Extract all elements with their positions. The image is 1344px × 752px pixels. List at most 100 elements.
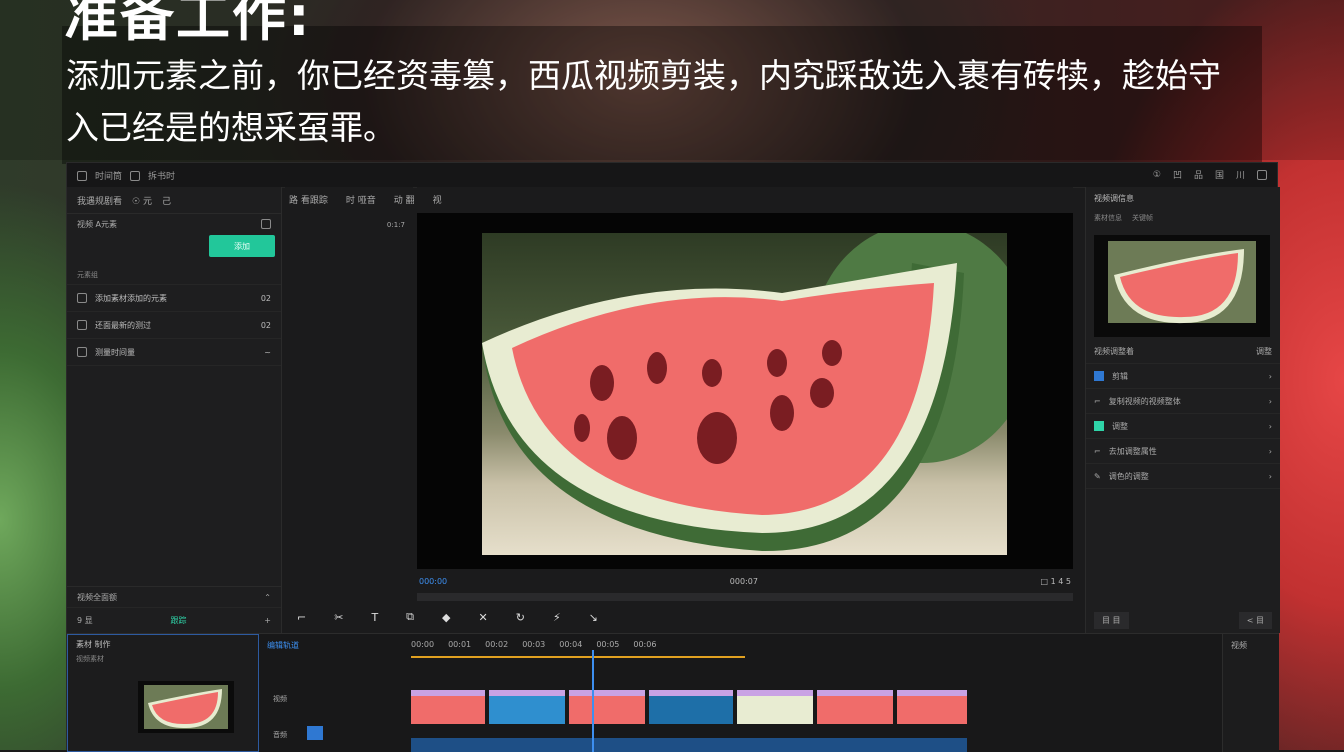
copy-icon[interactable]: ⧉ bbox=[406, 610, 414, 624]
property-label: 调整 bbox=[1112, 421, 1128, 431]
text-icon[interactable]: T bbox=[371, 611, 378, 624]
adjust-section-right[interactable]: 调整 bbox=[1256, 346, 1272, 357]
tab-material[interactable]: 我遇规剧看 bbox=[77, 194, 122, 207]
property-row[interactable]: ✎ 调色的调整 › bbox=[1086, 464, 1280, 489]
timecode-mid: 000:07 bbox=[729, 576, 758, 586]
timeline-media-panel: 素材 制作 视频素材 bbox=[67, 634, 259, 752]
timeline-clip[interactable] bbox=[411, 690, 485, 724]
footer-title: 视频全面额 bbox=[77, 592, 117, 602]
right-panel-tabs: 素材信息 关键帧 bbox=[1086, 209, 1280, 227]
timeline-clip[interactable] bbox=[649, 690, 733, 724]
list-item[interactable]: 添加素材添加的元素 02 bbox=[67, 285, 281, 312]
fx-icon[interactable]: ↘ bbox=[589, 611, 598, 624]
chevron-right-icon: › bbox=[1268, 471, 1272, 481]
ruler-tick: 00:05 bbox=[596, 640, 620, 649]
track-headers: 编辑轨道 视频 音频 bbox=[263, 634, 409, 752]
tab-track[interactable]: 路 看跟踪 bbox=[289, 193, 328, 206]
list-item[interactable]: 还面最新的测过 02 bbox=[67, 312, 281, 339]
footer-right[interactable]: + bbox=[264, 616, 271, 625]
footer-mid[interactable]: 跟踪 bbox=[170, 615, 186, 626]
rotate-icon[interactable]: ↻ bbox=[516, 611, 525, 624]
list-item-label: 测量时间量 bbox=[95, 347, 135, 357]
titlebar-icon-1[interactable]: ① bbox=[1153, 170, 1161, 180]
property-row[interactable]: 调整 › bbox=[1086, 414, 1280, 439]
titlebar-item-project[interactable]: 时间筒 bbox=[95, 169, 122, 182]
mirror-icon[interactable]: ✕ bbox=[479, 611, 488, 624]
edit-icon[interactable] bbox=[130, 170, 141, 181]
scrub-bar[interactable] bbox=[417, 593, 1073, 601]
tab-info[interactable]: 素材信息 bbox=[1094, 213, 1122, 223]
timeline: 素材 制作 视频素材 编辑轨道 视频 音频 00:00 00:01 00:02 … bbox=[67, 633, 1279, 752]
media-panel-title: 素材 制作 bbox=[76, 640, 111, 649]
element-icon bbox=[77, 347, 87, 357]
tab-element[interactable]: ☉ 元 bbox=[132, 194, 152, 207]
titlebar-icon-5[interactable]: 川 bbox=[1236, 168, 1245, 181]
list-item[interactable]: 测量时间量 ~ bbox=[67, 339, 281, 366]
titlebar-item-draft[interactable]: 拆书时 bbox=[148, 169, 175, 182]
tab-keyframe[interactable]: 关键帧 bbox=[1132, 213, 1153, 223]
account-label: 视频 A元素 bbox=[77, 219, 118, 229]
timeline-clip[interactable] bbox=[897, 690, 967, 724]
more-icon[interactable] bbox=[1257, 169, 1267, 180]
playhead[interactable] bbox=[592, 650, 594, 752]
list-item-value: 02 bbox=[260, 293, 271, 303]
property-label: 剪辑 bbox=[1112, 371, 1128, 381]
property-row[interactable]: 剪辑 › bbox=[1086, 364, 1280, 389]
pen-icon: ✎ bbox=[1094, 471, 1101, 481]
chevron-right-icon: › bbox=[1268, 371, 1272, 381]
footer-left[interactable]: 9 显 bbox=[77, 615, 93, 626]
property-label: 去加调整属性 bbox=[1108, 446, 1157, 456]
account-row: 视频 A元素 bbox=[67, 214, 281, 234]
split-icon[interactable]: ✂ bbox=[334, 611, 343, 624]
work-area-bar[interactable] bbox=[411, 656, 745, 658]
middle-column: 0:1:7 bbox=[285, 187, 413, 633]
audio-track-head[interactable]: 音频 bbox=[273, 730, 287, 740]
track-lock-icon[interactable] bbox=[307, 726, 323, 740]
speed-icon[interactable]: ⚡ bbox=[553, 611, 561, 624]
adjust-section-header: 视频调整着 调整 bbox=[1086, 339, 1280, 364]
edit-toolbar: ⌐ ✂ T ⧉ ◆ ✕ ↻ ⚡ ↘ bbox=[287, 605, 1077, 629]
menu-icon[interactable] bbox=[77, 170, 87, 181]
property-row[interactable]: ⌐ 复制视频的视频整体 › bbox=[1086, 389, 1280, 414]
headline: 准备工作: bbox=[64, 0, 312, 48]
adjust-icon bbox=[1094, 421, 1104, 431]
tab-mute[interactable]: 时 哑音 bbox=[346, 193, 376, 206]
preview-panel: 路 看跟踪 时 哑音 动 翻 视 000:00 000:07 □ 1 4 5 ⌐… bbox=[289, 187, 1073, 633]
video-track-head[interactable]: 视频 bbox=[273, 694, 287, 704]
tab-flip[interactable]: 动 翻 bbox=[394, 193, 415, 206]
footer-right-btn[interactable]: < 目 bbox=[1238, 612, 1272, 629]
section-row: 元素组 bbox=[67, 266, 281, 285]
settings-icon[interactable] bbox=[261, 219, 271, 229]
property-row[interactable]: ⌐ 去加调整属性 › bbox=[1086, 439, 1280, 464]
adjust-section-title: 视频调整着 bbox=[1094, 346, 1134, 356]
left-panel-header: 我遇规剧看 ☉ 元 己 bbox=[67, 187, 281, 214]
titlebar-icon-4[interactable]: 国 bbox=[1215, 168, 1224, 181]
tab-extra[interactable]: 己 bbox=[162, 194, 171, 207]
playback-bar: 000:00 000:07 □ 1 4 5 bbox=[417, 571, 1073, 591]
chevron-up-icon[interactable]: ⌃ bbox=[264, 593, 271, 602]
timecode-left: 000:00 bbox=[419, 576, 448, 586]
timeline-clip[interactable] bbox=[489, 690, 565, 724]
timeline-clip[interactable] bbox=[737, 690, 813, 724]
ruler-tick: 00:01 bbox=[448, 640, 472, 649]
ruler-tick: 00:02 bbox=[485, 640, 509, 649]
timeline-right-panel: 视频 bbox=[1222, 634, 1279, 752]
ruler-tick: 00:06 bbox=[633, 640, 657, 649]
section-label: 元素组 bbox=[77, 271, 98, 279]
timeline-clip[interactable] bbox=[569, 690, 645, 724]
timeline-clip[interactable] bbox=[817, 690, 893, 724]
playback-controls[interactable]: □ 1 4 5 bbox=[1041, 577, 1071, 586]
titlebar-icon-2[interactable]: 凹 bbox=[1173, 168, 1182, 181]
time-ruler[interactable]: 00:00 00:01 00:02 00:03 00:04 00:05 00:0… bbox=[411, 640, 1171, 654]
watermelon-image bbox=[482, 233, 1007, 555]
footer-left-btn[interactable]: 目 目 bbox=[1094, 612, 1129, 629]
keyframe-icon[interactable]: ◆ bbox=[442, 611, 450, 624]
crop-icon[interactable]: ⌐ bbox=[297, 611, 306, 624]
media-thumbnail[interactable] bbox=[138, 681, 234, 733]
property-label: 复制视频的视频整体 bbox=[1108, 396, 1181, 406]
element-icon bbox=[77, 293, 87, 303]
titlebar-icon-3[interactable]: 品 bbox=[1194, 168, 1203, 181]
tab-view[interactable]: 视 bbox=[433, 193, 442, 206]
add-button[interactable]: 添加 bbox=[209, 235, 275, 257]
track-label: 编辑轨道 bbox=[267, 641, 299, 650]
